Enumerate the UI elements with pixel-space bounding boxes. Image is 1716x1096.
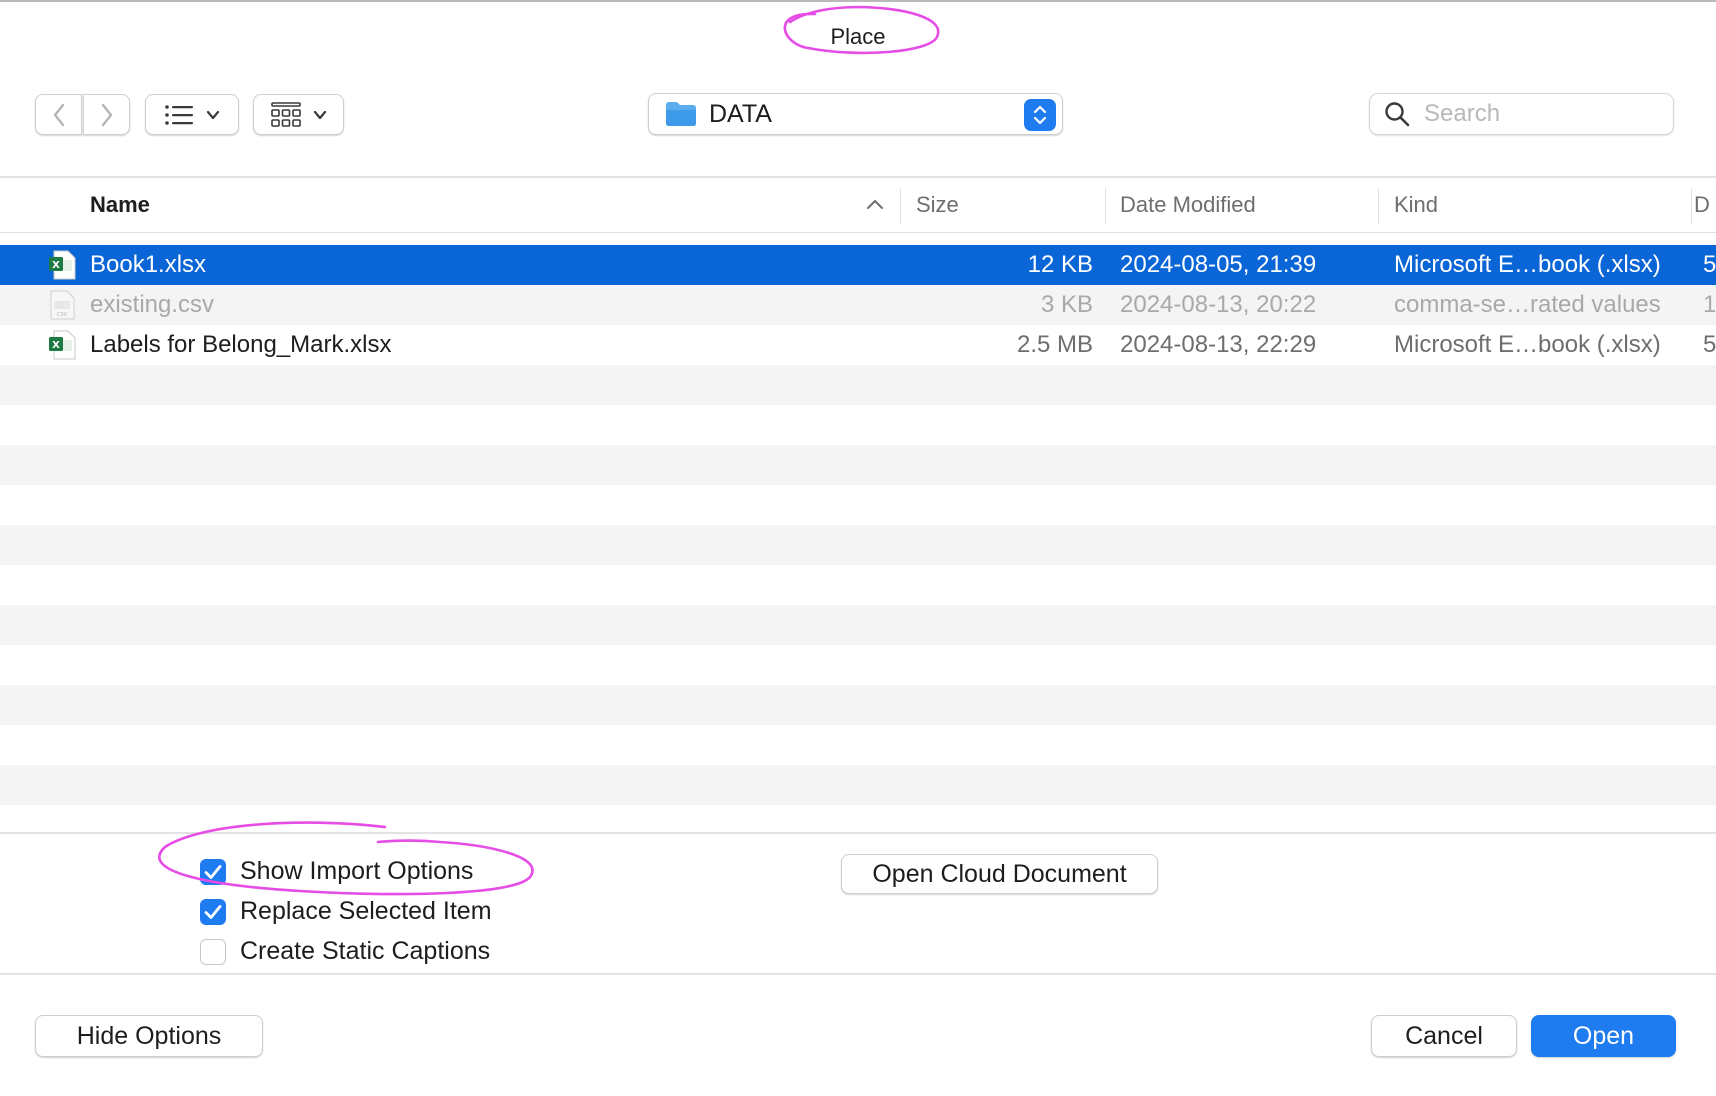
checkmark-icon: [204, 904, 222, 920]
file-kind: comma-se…rated values: [1394, 291, 1661, 318]
checkmark-icon: [204, 864, 222, 880]
create-static-captions-label: Create Static Captions: [240, 937, 491, 965]
empty-row: [0, 805, 1716, 834]
grid-view-icon: [270, 101, 301, 128]
column-header-name-label: Name: [90, 192, 150, 217]
svg-text:CSV: CSV: [57, 312, 68, 318]
column-header-date-label: Date Modified: [1120, 192, 1256, 217]
checkbox-checked[interactable]: [200, 858, 226, 885]
file-kind: Microsoft E…book (.xlsx): [1394, 331, 1661, 358]
folder-path-popup[interactable]: DATA: [648, 93, 1063, 135]
column-divider[interactable]: [1378, 188, 1379, 224]
search-field[interactable]: [1369, 93, 1674, 135]
file-list: X Book1.xlsx 12 KB 2024-08-05, 21:39 Mic…: [0, 245, 1716, 834]
column-header-name[interactable]: Name: [90, 178, 150, 232]
file-extra: 5: [1703, 251, 1716, 278]
file-date: 2024-08-05, 21:39: [1120, 251, 1317, 278]
column-divider[interactable]: [1105, 188, 1106, 224]
place-dialog: Place DATA Search Name Size Date Modifie…: [0, 0, 1716, 1094]
open-button[interactable]: Open: [1531, 1015, 1676, 1057]
checkbox-unchecked[interactable]: [200, 938, 226, 965]
show-import-options-checkbox[interactable]: Show Import Options: [200, 857, 473, 886]
list-view-icon: [164, 104, 194, 126]
file-size: 12 KB: [1027, 251, 1093, 278]
create-static-captions-checkbox[interactable]: Create Static Captions: [200, 937, 490, 966]
column-header-kind-label: Kind: [1394, 192, 1439, 217]
column-header-kind[interactable]: Kind: [1394, 178, 1438, 232]
file-size: 3 KB: [1040, 291, 1093, 318]
replace-selected-item-checkbox[interactable]: Replace Selected Item: [200, 897, 492, 926]
file-name: Labels for Belong_Mark.xlsx: [90, 331, 392, 358]
search-icon: [1384, 101, 1410, 127]
sort-ascending-icon[interactable]: [866, 198, 884, 210]
options-divider: [0, 832, 1716, 834]
show-import-options-label: Show Import Options: [240, 857, 474, 885]
replace-selected-item-label: Replace Selected Item: [240, 897, 492, 925]
dialog-title: Place: [830, 24, 886, 49]
empty-row: [0, 765, 1716, 805]
empty-row: [0, 645, 1716, 685]
chevron-right-icon: [99, 102, 115, 128]
column-header-size[interactable]: Size: [916, 178, 959, 232]
csv-file-icon: CSV: [48, 285, 76, 325]
open-cloud-document-button[interactable]: Open Cloud Document: [841, 854, 1158, 894]
folder-icon: [665, 101, 697, 127]
empty-row: [0, 525, 1716, 565]
file-row[interactable]: X Labels for Belong_Mark.xlsx 2.5 MB 202…: [0, 325, 1716, 365]
up-down-arrows-icon: [1033, 104, 1047, 126]
file-extra: 5: [1703, 331, 1716, 358]
file-extra: 1: [1703, 291, 1716, 318]
chevron-down-icon: [313, 110, 327, 120]
column-header-date-modified[interactable]: Date Modified: [1120, 178, 1256, 232]
column-divider[interactable]: [1691, 188, 1692, 224]
file-kind: Microsoft E…book (.xlsx): [1394, 251, 1661, 278]
empty-row: [0, 485, 1716, 525]
file-row[interactable]: CSV existing.csv 3 KB 2024-08-13, 20:22 …: [0, 285, 1716, 325]
group-view-button[interactable]: [253, 94, 344, 135]
column-header-truncated[interactable]: D: [1694, 178, 1710, 232]
empty-row: [0, 405, 1716, 445]
empty-row: [0, 605, 1716, 645]
empty-row: [0, 565, 1716, 605]
cancel-button[interactable]: Cancel: [1371, 1015, 1517, 1057]
empty-row: [0, 445, 1716, 485]
svg-text:X: X: [52, 340, 60, 351]
column-header: Name Size Date Modified Kind D: [0, 178, 1716, 233]
search-input[interactable]: [1422, 99, 1656, 129]
column-divider[interactable]: [900, 188, 901, 224]
file-size: 2.5 MB: [1016, 331, 1093, 358]
excel-file-icon: X: [48, 245, 76, 285]
list-view-button[interactable]: [145, 94, 239, 135]
svg-text:X: X: [52, 260, 60, 271]
column-header-size-label: Size: [916, 192, 959, 217]
hide-options-button[interactable]: Hide Options: [35, 1015, 263, 1057]
empty-row: [0, 685, 1716, 725]
empty-row: [0, 365, 1716, 405]
file-date: 2024-08-13, 22:29: [1120, 331, 1317, 358]
checkbox-checked[interactable]: [200, 898, 226, 925]
excel-file-icon: X: [48, 325, 76, 365]
file-name: Book1.xlsx: [90, 251, 207, 278]
file-row[interactable]: X Book1.xlsx 12 KB 2024-08-05, 21:39 Mic…: [0, 245, 1716, 285]
folder-name: DATA: [709, 99, 772, 128]
back-button[interactable]: [35, 94, 82, 135]
column-header-truncated-label: D: [1694, 192, 1710, 217]
chevron-down-icon: [206, 110, 220, 120]
file-date: 2024-08-13, 20:22: [1120, 291, 1317, 318]
file-name: existing.csv: [90, 291, 215, 318]
footer-divider: [0, 973, 1716, 975]
empty-row: [0, 725, 1716, 765]
chevron-left-icon: [51, 102, 67, 128]
forward-button[interactable]: [83, 94, 130, 135]
path-stepper[interactable]: [1024, 99, 1056, 131]
